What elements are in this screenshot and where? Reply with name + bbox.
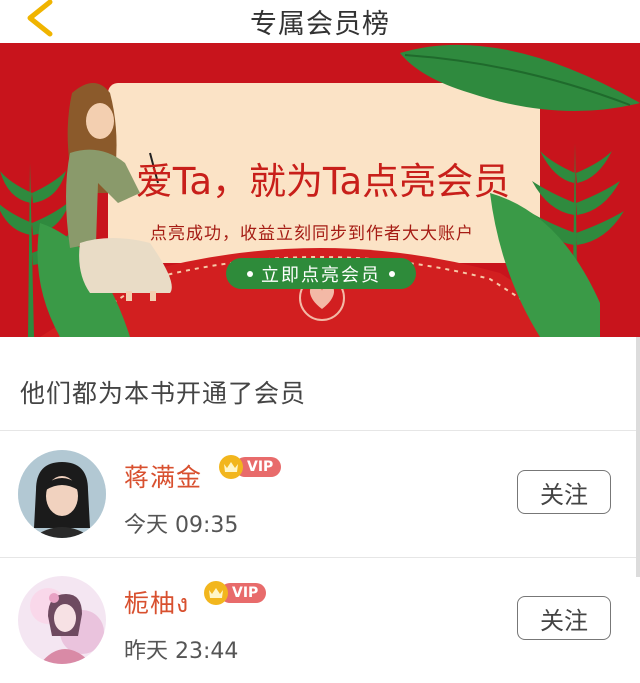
scrollbar[interactable] (636, 337, 640, 577)
follow-button[interactable]: 关注 (517, 596, 611, 640)
member-time: 昨天 23:44 (124, 639, 239, 664)
header-bar: 专属会员榜 (0, 0, 640, 43)
crown-icon (219, 455, 243, 479)
avatar-photo (18, 450, 106, 538)
light-up-member-button[interactable]: 立即点亮会员 (226, 258, 416, 289)
avatar-photo (18, 576, 106, 664)
banner-subline: 点亮成功，收益立刻同步到作者大大账户 (150, 224, 474, 244)
chevron-left-icon (27, 0, 53, 37)
avatar[interactable] (18, 450, 106, 538)
vip-badge: VIP (204, 581, 267, 605)
member-row[interactable]: 蒋满金 VIP 今天 09:35 关注 (0, 432, 640, 557)
member-time: 今天 09:35 (124, 513, 239, 538)
light-up-member-label: 立即点亮会员 (261, 264, 381, 286)
promo-banner[interactable]: 爱Ta，就为Ta点亮会员 点亮成功，收益立刻同步到作者大大账户 立即点亮会员 (0, 43, 640, 337)
dot-icon (389, 270, 395, 277)
follow-button[interactable]: 关注 (517, 470, 611, 514)
member-row[interactable]: 栀柚ง VIP 昨天 23:44 关注 (0, 558, 640, 683)
vip-badge: VIP (219, 455, 282, 479)
divider (0, 430, 640, 431)
crown-icon (204, 581, 228, 605)
member-name[interactable]: 栀柚ง (124, 584, 189, 624)
dot-icon (247, 270, 253, 277)
section-title: 他们都为本书开通了会员 (20, 379, 307, 408)
member-name[interactable]: 蒋满金 (124, 458, 202, 494)
page-title: 专属会员榜 (250, 9, 390, 40)
banner-headline: 爱Ta，就为Ta点亮会员 (135, 160, 511, 203)
back-button[interactable] (8, 0, 56, 43)
avatar[interactable] (18, 576, 106, 664)
